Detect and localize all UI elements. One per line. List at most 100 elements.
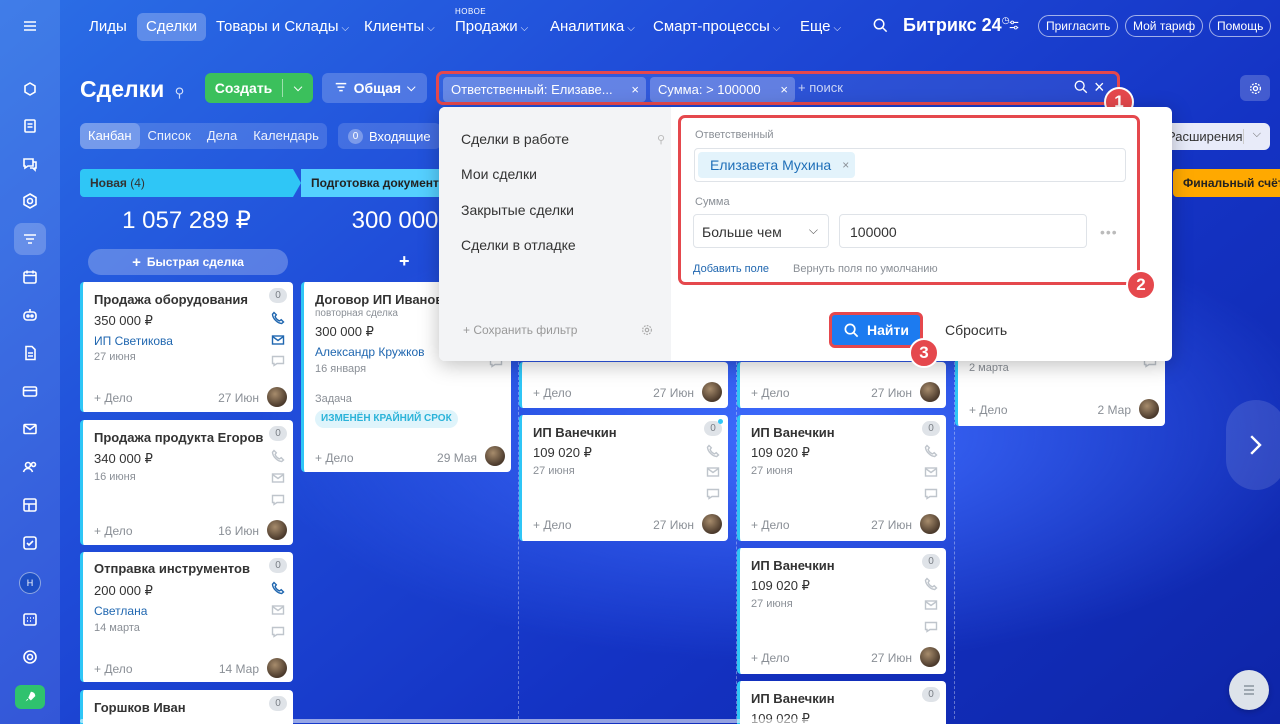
- avatar[interactable]: [267, 387, 287, 407]
- avatar[interactable]: [485, 446, 505, 466]
- card-title[interactable]: Продажа оборудования: [94, 292, 248, 307]
- deal-card[interactable]: Отправка инструментов 0 200 000 ₽ Светла…: [80, 552, 293, 682]
- horizontal-scrollbar[interactable]: [80, 719, 893, 723]
- search-icon[interactable]: [872, 17, 889, 34]
- add-activity-button[interactable]: + Дело: [94, 524, 133, 538]
- menu-fab-button[interactable]: [1229, 670, 1269, 710]
- toggle-icon[interactable]: [1008, 19, 1020, 31]
- add-activity-button[interactable]: + Дело: [94, 662, 133, 676]
- deal-card[interactable]: ИП Ванечкин 0 109 020 ₽: [737, 681, 946, 724]
- tariff-button[interactable]: Мой тариф: [1125, 15, 1204, 37]
- tab-list[interactable]: Список: [140, 123, 199, 149]
- search-placeholder[interactable]: + поиск: [798, 80, 843, 95]
- create-button[interactable]: Создать ⌵: [205, 73, 313, 103]
- logo[interactable]: Битрикс 24◷: [903, 15, 1010, 36]
- find-button[interactable]: Найти: [829, 312, 923, 348]
- mail-icon[interactable]: [271, 603, 285, 617]
- add-activity-button[interactable]: + Дело: [751, 651, 790, 665]
- schedule-icon[interactable]: [14, 603, 46, 635]
- chat-icon[interactable]: [924, 620, 938, 634]
- gear-icon[interactable]: [640, 323, 654, 337]
- deal-card[interactable]: Продажа продукта Егоров 0 340 000 ₽ 16 и…: [80, 420, 293, 545]
- add-field-link[interactable]: Добавить поле: [693, 263, 769, 275]
- nav-leads[interactable]: Лиды: [80, 13, 136, 41]
- card-title[interactable]: Отправка инструментов: [94, 561, 250, 576]
- close-icon[interactable]: ×: [842, 152, 849, 178]
- phone-icon[interactable]: [706, 444, 720, 458]
- tab-activities[interactable]: Дела: [199, 123, 245, 149]
- deal-card[interactable]: Продажа оборудования 0 350 000 ₽ ИП Свет…: [80, 282, 293, 412]
- avatar[interactable]: [920, 514, 940, 534]
- close-icon[interactable]: ×: [631, 77, 639, 102]
- chat-icon[interactable]: [924, 487, 938, 501]
- add-deal-plus-icon[interactable]: +: [399, 251, 410, 272]
- card-contact-link[interactable]: Александр Кружков: [315, 345, 425, 359]
- mail-icon[interactable]: [924, 465, 938, 479]
- mail-icon[interactable]: [706, 465, 720, 479]
- hexagon-icon[interactable]: [14, 185, 46, 217]
- card-contact-link[interactable]: Светлана: [94, 604, 147, 618]
- card-title[interactable]: Горшков Иван: [94, 700, 186, 715]
- add-activity-button[interactable]: + Дело: [751, 518, 790, 532]
- filter-chip-responsible[interactable]: Ответственный: Елизаве... ×: [443, 77, 646, 102]
- extensions-button[interactable]: Расширения ⌵: [1158, 123, 1270, 150]
- phone-icon[interactable]: [924, 444, 938, 458]
- avatar[interactable]: [702, 382, 722, 402]
- add-activity-button[interactable]: + Дело: [315, 451, 354, 465]
- pin-icon[interactable]: ⚲: [175, 85, 185, 100]
- tab-kanban[interactable]: Канбан: [80, 123, 140, 149]
- avatar[interactable]: [702, 514, 722, 534]
- settings-icon[interactable]: [14, 641, 46, 673]
- preset-closed[interactable]: Закрытые сделки: [461, 202, 574, 218]
- checkbox-icon[interactable]: [14, 527, 46, 559]
- mail-icon[interactable]: [14, 413, 46, 445]
- avatar[interactable]: [1139, 399, 1159, 419]
- calendar-icon[interactable]: [14, 261, 46, 293]
- sum-value-input[interactable]: 100000: [839, 214, 1087, 248]
- mail-icon[interactable]: [271, 333, 285, 347]
- preset-in-progress[interactable]: Сделки в работе: [461, 131, 569, 147]
- phone-icon[interactable]: [271, 581, 285, 595]
- document-icon[interactable]: [14, 337, 46, 369]
- card-title[interactable]: ИП Ванечкин: [533, 425, 617, 440]
- phone-icon[interactable]: [271, 449, 285, 463]
- robot-icon[interactable]: [14, 299, 46, 331]
- mail-icon[interactable]: [271, 471, 285, 485]
- deal-card[interactable]: ИП Ванечкин 0 109 020 ₽ 27 июня + Дело 2…: [737, 415, 946, 541]
- nav-more[interactable]: Еще ⌵: [791, 13, 850, 41]
- nav-sales[interactable]: Продажи ⌵: [446, 13, 537, 41]
- avatar[interactable]: [920, 647, 940, 667]
- chat-icon[interactable]: [14, 148, 46, 180]
- card-title[interactable]: Договор ИП Иванов: [315, 292, 443, 307]
- tab-calendar[interactable]: Календарь: [245, 123, 327, 149]
- nav-smart-processes[interactable]: Смарт-процессы ⌵: [644, 13, 789, 41]
- contacts-icon[interactable]: [14, 451, 46, 483]
- filter-search-bar[interactable]: Ответственный: Елизаве... × Сумма: > 1000…: [436, 71, 1120, 105]
- filter-chip-sum[interactable]: Сумма: > 100000 ×: [650, 77, 795, 102]
- chat-icon[interactable]: [271, 493, 285, 507]
- search-icon[interactable]: [1073, 79, 1089, 95]
- mail-icon[interactable]: [924, 598, 938, 612]
- close-icon[interactable]: ×: [780, 77, 788, 102]
- quick-deal-button[interactable]: + Быстрая сделка: [88, 249, 288, 275]
- sum-operator-select[interactable]: Больше чем ⌵: [693, 214, 829, 248]
- scroll-right-button[interactable]: [1226, 400, 1280, 490]
- gear-icon[interactable]: [1240, 75, 1270, 101]
- responsible-field[interactable]: Елизавета Мухина ×: [694, 148, 1126, 182]
- card-title[interactable]: ИП Ванечкин: [751, 558, 835, 573]
- preset-debug[interactable]: Сделки в отладке: [461, 237, 576, 253]
- more-icon[interactable]: •••: [1100, 224, 1118, 240]
- general-filter-button[interactable]: Общая ⌵: [322, 73, 427, 103]
- close-icon[interactable]: ×: [1094, 78, 1105, 96]
- add-activity-button[interactable]: + Дело: [533, 386, 572, 400]
- deal-card[interactable]: + Дело 27 Июн: [737, 362, 946, 408]
- crm-icon[interactable]: [14, 223, 46, 255]
- chat-icon[interactable]: [271, 625, 285, 639]
- chevron-down-icon[interactable]: ⌵: [1253, 128, 1261, 141]
- deal-card[interactable]: ИП Ванечкин 0 109 020 ₽ 27 июня + Дело 2…: [737, 548, 946, 674]
- help-button[interactable]: Помощь: [1209, 15, 1272, 37]
- responsible-tag[interactable]: Елизавета Мухина ×: [698, 152, 856, 178]
- deal-card[interactable]: ИП Ванечкин 0 109 020 ₽ 27 июня + Дело 2…: [519, 415, 728, 541]
- card-title[interactable]: ИП Ванечкин: [751, 425, 835, 440]
- dashboard-icon[interactable]: [14, 489, 46, 521]
